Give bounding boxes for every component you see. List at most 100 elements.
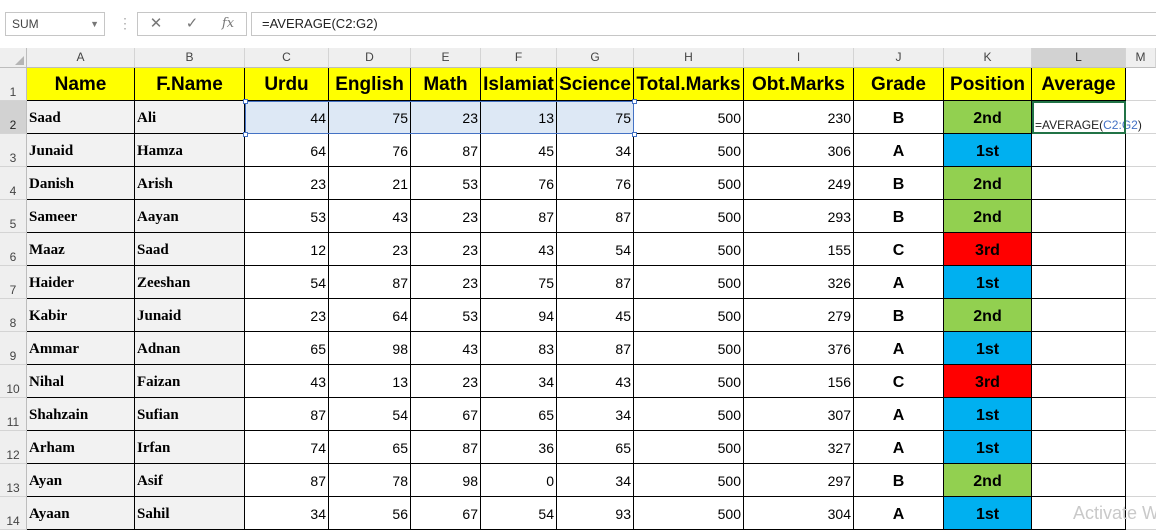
cell-fname[interactable]: Zeeshan xyxy=(135,266,245,299)
column-header-e[interactable]: E xyxy=(411,48,481,68)
cell-grade[interactable]: A xyxy=(854,134,944,167)
row-header-4[interactable]: 4 xyxy=(0,167,27,200)
cell-grade[interactable]: B xyxy=(854,200,944,233)
cell-name[interactable]: Maaz xyxy=(27,233,135,266)
cell-average[interactable] xyxy=(1032,398,1126,431)
cell-obt[interactable]: 304 xyxy=(744,497,854,530)
header-cell-english[interactable]: English xyxy=(329,68,411,101)
cell-obt[interactable]: 155 xyxy=(744,233,854,266)
cell-islamiat[interactable]: 45 xyxy=(481,134,557,167)
cell-math[interactable]: 87 xyxy=(411,431,481,464)
cell-total[interactable]: 500 xyxy=(634,299,744,332)
row-header-9[interactable]: 9 xyxy=(0,332,27,365)
cell-english[interactable]: 13 xyxy=(329,365,411,398)
cell-fname[interactable]: Aayan xyxy=(135,200,245,233)
cell-obt[interactable]: 326 xyxy=(744,266,854,299)
cell-total[interactable]: 500 xyxy=(634,200,744,233)
header-cell-total-marks[interactable]: Total.Marks xyxy=(634,68,744,101)
row-header-10[interactable]: 10 xyxy=(0,365,27,398)
header-cell-position[interactable]: Position xyxy=(944,68,1032,101)
cell-math[interactable]: 67 xyxy=(411,398,481,431)
cell-islamiat[interactable]: 65 xyxy=(481,398,557,431)
cell-position[interactable]: 2nd xyxy=(944,101,1032,134)
cell-fname[interactable]: Asif xyxy=(135,464,245,497)
cell-average[interactable] xyxy=(1032,332,1126,365)
cell-grade[interactable]: A xyxy=(854,398,944,431)
cell-average[interactable] xyxy=(1032,431,1126,464)
cell-islamiat[interactable]: 76 xyxy=(481,167,557,200)
cell-english[interactable]: 87 xyxy=(329,266,411,299)
cell-science[interactable]: 76 xyxy=(557,167,634,200)
cell-grade[interactable]: A xyxy=(854,497,944,530)
row-header-11[interactable]: 11 xyxy=(0,398,27,431)
cell-grade[interactable]: B xyxy=(854,299,944,332)
cell-english[interactable]: 98 xyxy=(329,332,411,365)
cell-grade[interactable]: A xyxy=(854,332,944,365)
cell-islamiat[interactable]: 54 xyxy=(481,497,557,530)
chevron-down-icon[interactable]: ▼ xyxy=(90,13,99,35)
column-header-a[interactable]: A xyxy=(27,48,135,68)
cell-total[interactable]: 500 xyxy=(634,365,744,398)
cell-english[interactable]: 78 xyxy=(329,464,411,497)
cell-obt[interactable]: 230 xyxy=(744,101,854,134)
header-cell-obt-marks[interactable]: Obt.Marks xyxy=(744,68,854,101)
cell-name[interactable]: Ammar xyxy=(27,332,135,365)
cell-name[interactable]: Ayaan xyxy=(27,497,135,530)
cell-grade[interactable]: C xyxy=(854,233,944,266)
header-cell-islamiat[interactable]: Islamiat xyxy=(481,68,557,101)
cell-empty-m[interactable] xyxy=(1126,167,1156,200)
column-header-d[interactable]: D xyxy=(329,48,411,68)
cell-urdu[interactable]: 23 xyxy=(245,299,329,332)
cell-name[interactable]: Haider xyxy=(27,266,135,299)
cell-empty-m[interactable] xyxy=(1126,101,1156,134)
cell-urdu[interactable]: 87 xyxy=(245,464,329,497)
cell-position[interactable]: 3rd xyxy=(944,365,1032,398)
cell-name[interactable]: Junaid xyxy=(27,134,135,167)
column-header-j[interactable]: J xyxy=(854,48,944,68)
cell-grade[interactable]: B xyxy=(854,167,944,200)
cell-math[interactable]: 23 xyxy=(411,266,481,299)
row-header-6[interactable]: 6 xyxy=(0,233,27,266)
cell-obt[interactable]: 306 xyxy=(744,134,854,167)
insert-function-icon[interactable]: fx xyxy=(213,14,243,34)
cell-urdu[interactable]: 87 xyxy=(245,398,329,431)
cell-science[interactable]: 87 xyxy=(557,200,634,233)
header-cell-math[interactable]: Math xyxy=(411,68,481,101)
cell-math[interactable]: 23 xyxy=(411,101,481,134)
cell-obt[interactable]: 297 xyxy=(744,464,854,497)
cell-average[interactable] xyxy=(1032,167,1126,200)
cell-total[interactable]: 500 xyxy=(634,497,744,530)
cell-obt[interactable]: 327 xyxy=(744,431,854,464)
cell-empty-m[interactable] xyxy=(1126,233,1156,266)
cell-position[interactable]: 2nd xyxy=(944,299,1032,332)
column-header-i[interactable]: I xyxy=(744,48,854,68)
cell-average[interactable] xyxy=(1032,365,1126,398)
cell-english[interactable]: 64 xyxy=(329,299,411,332)
cell-math[interactable]: 23 xyxy=(411,200,481,233)
column-header-c[interactable]: C xyxy=(245,48,329,68)
cell-total[interactable]: 500 xyxy=(634,101,744,134)
header-cell-science[interactable]: Science xyxy=(557,68,634,101)
cell-urdu[interactable]: 65 xyxy=(245,332,329,365)
cell-fname[interactable]: Sufian xyxy=(135,398,245,431)
cell-empty-m[interactable] xyxy=(1126,464,1156,497)
cell-science[interactable]: 34 xyxy=(557,464,634,497)
cell-math[interactable]: 98 xyxy=(411,464,481,497)
cell-english[interactable]: 65 xyxy=(329,431,411,464)
cell-average[interactable] xyxy=(1032,266,1126,299)
cell-science[interactable]: 34 xyxy=(557,134,634,167)
cell-math[interactable]: 23 xyxy=(411,365,481,398)
cell-obt[interactable]: 376 xyxy=(744,332,854,365)
cell-average[interactable] xyxy=(1032,233,1126,266)
cell-obt[interactable]: 279 xyxy=(744,299,854,332)
column-header-g[interactable]: G xyxy=(557,48,634,68)
cell-urdu[interactable]: 34 xyxy=(245,497,329,530)
cell-grade[interactable]: B xyxy=(854,464,944,497)
cell-name[interactable]: Saad xyxy=(27,101,135,134)
cell-urdu[interactable]: 44 xyxy=(245,101,329,134)
cell-english[interactable]: 23 xyxy=(329,233,411,266)
header-cell-urdu[interactable]: Urdu xyxy=(245,68,329,101)
cell-islamiat[interactable]: 13 xyxy=(481,101,557,134)
cell-average[interactable] xyxy=(1032,134,1126,167)
header-cell-f-name[interactable]: F.Name xyxy=(135,68,245,101)
